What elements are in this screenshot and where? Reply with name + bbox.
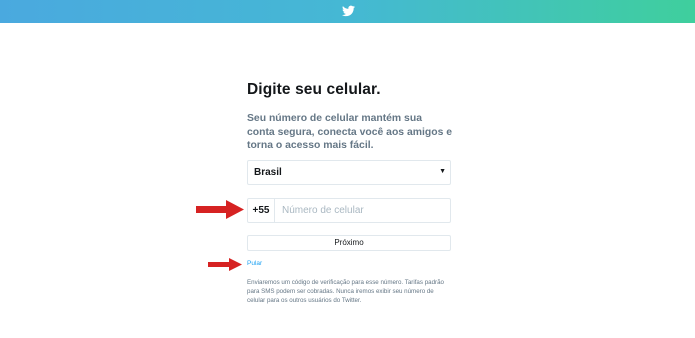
country-code-prefix: +55: [248, 199, 275, 222]
country-selected-value: Brasil: [254, 167, 282, 178]
red-arrow-icon: [196, 200, 244, 219]
twitter-bird-icon: [342, 5, 355, 17]
caret-down-icon: ▼: [439, 168, 446, 175]
phone-signup-form: Digite seu celular. Seu número de celula…: [247, 81, 452, 304]
phone-number-input[interactable]: [276, 199, 450, 222]
next-button[interactable]: Próximo: [247, 235, 451, 251]
phone-field-group: +55: [247, 198, 451, 223]
top-bar: [0, 0, 695, 23]
country-select[interactable]: Brasil ▼: [247, 160, 451, 185]
red-arrow-icon: [208, 258, 242, 271]
sms-disclaimer: Enviaremos um código de verificação para…: [247, 279, 444, 304]
page-subtitle: Seu número de celular mantém sua conta s…: [247, 113, 453, 152]
page-title: Digite seu celular.: [247, 81, 381, 98]
skip-link[interactable]: Pular: [247, 260, 262, 267]
